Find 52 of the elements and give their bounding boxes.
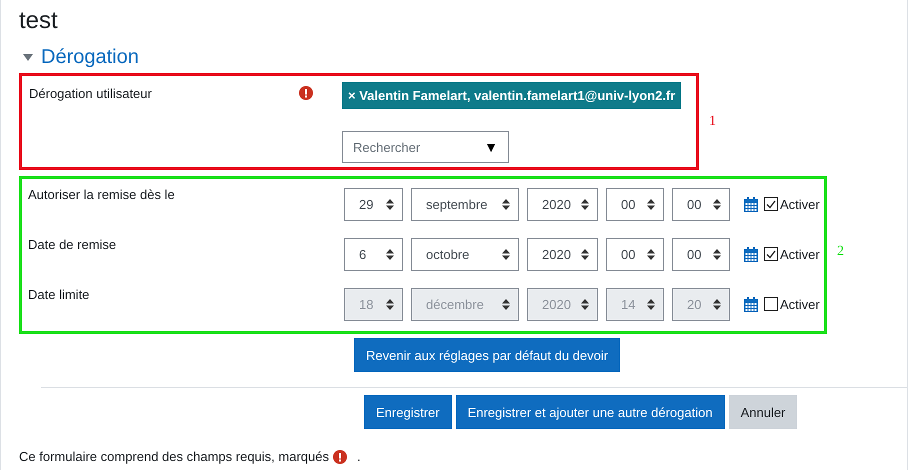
checkbox-label[interactable]: Activer <box>780 246 820 262</box>
calendar-icon[interactable] <box>744 296 758 312</box>
sort-icon <box>386 248 394 260</box>
cancel-button[interactable]: Annuler <box>728 395 798 429</box>
checkbox[interactable] <box>764 197 778 211</box>
selected-user-tag[interactable]: × Valentin Famelart, valentin.famelart1@univ-lyon2.fr <box>342 82 682 109</box>
sort-icon <box>647 298 655 310</box>
checkbox-label[interactable]: Activer <box>780 196 820 212</box>
calendar-icon[interactable] <box>744 196 758 212</box>
checkbox-label[interactable]: Activer <box>780 296 820 312</box>
revert-button[interactable]: Revenir aux réglages par défaut du devoir <box>354 338 620 372</box>
checkbox[interactable] <box>764 247 778 261</box>
sort-icon <box>581 198 589 210</box>
sort-icon <box>386 298 394 310</box>
sort-icon <box>502 248 510 260</box>
date-select[interactable]: 6 <box>344 238 403 270</box>
date-select[interactable]: octobre <box>411 238 519 270</box>
field-label: Dérogation utilisateur <box>29 85 153 103</box>
annotation-number: 2 <box>837 244 844 260</box>
field-label: Date limite <box>28 286 90 302</box>
field-label: Autoriser la remise dès le <box>28 186 176 202</box>
annotation-number: 1 <box>709 114 716 130</box>
sort-icon <box>502 198 510 210</box>
required-icon <box>332 450 347 464</box>
section-title[interactable]: Dérogation <box>41 46 139 69</box>
sort-icon <box>386 198 394 210</box>
sort-icon <box>713 198 721 210</box>
date-select[interactable]: 2020 <box>527 238 598 270</box>
date-select[interactable]: 00 <box>606 188 664 220</box>
date-select[interactable]: 00 <box>672 238 730 270</box>
footer-text: Ce formulaire comprend des champs requis, marqués <box>19 449 329 464</box>
footer-period: . <box>356 449 361 464</box>
sort-icon <box>502 298 510 310</box>
search-dropdown[interactable]: Rechercher ▼ <box>342 131 509 163</box>
sort-icon <box>713 248 721 260</box>
sort-icon <box>581 248 589 260</box>
sort-icon <box>581 298 589 310</box>
sort-icon <box>647 198 655 210</box>
save-button[interactable]: Enregistrer et ajouter une autre dérogation <box>456 395 725 429</box>
date-select[interactable]: 00 <box>672 188 730 220</box>
date-select[interactable]: septembre <box>411 188 519 220</box>
save-button[interactable]: Enregistrer <box>364 395 452 429</box>
field-label: Date de remise <box>28 236 118 252</box>
date-select[interactable]: 2020 <box>527 188 598 220</box>
date-select[interactable]: 29 <box>344 188 403 220</box>
page-title: test <box>19 6 59 36</box>
date-select[interactable]: 00 <box>606 238 664 270</box>
checkbox[interactable] <box>764 297 778 311</box>
sort-icon <box>647 248 655 260</box>
calendar-icon[interactable] <box>744 246 758 262</box>
collapse-icon[interactable] <box>23 54 33 62</box>
sort-icon <box>713 298 721 310</box>
